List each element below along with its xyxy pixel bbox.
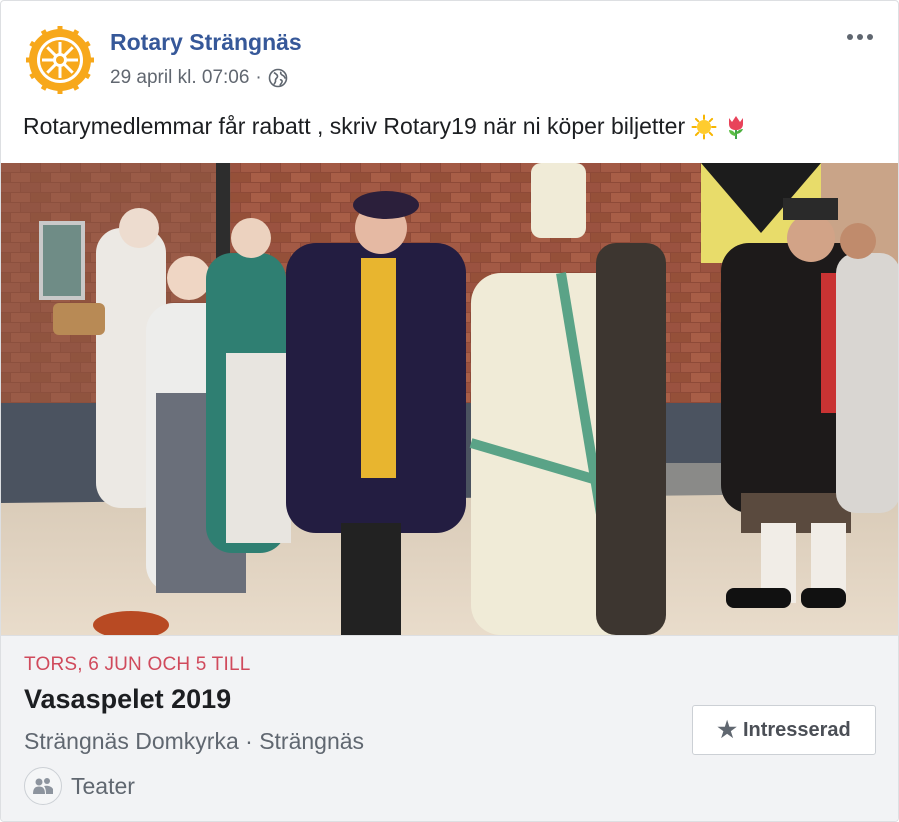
event-location: Strängnäs Domkyrka · Strängnäs [24, 728, 365, 754]
people-icon [24, 767, 62, 805]
post-text: Rotarymedlemmar får rabatt , skriv Rotar… [23, 113, 749, 140]
sun-emoji [691, 114, 717, 139]
post-meta: 29 april kl. 07:06 · [110, 67, 288, 89]
event-details: TORS, 6 JUN OCH 5 TILL Vasaspelet 2019 S… [1, 635, 898, 821]
meta-separator: · [255, 67, 262, 88]
event-date: TORS, 6 JUN OCH 5 TILL [24, 654, 251, 675]
event-category-label: Teater [71, 772, 135, 799]
author-name[interactable]: Rotary Strängnäs [110, 29, 302, 56]
interested-button[interactable]: ★ Intresserad [692, 705, 876, 755]
tulip-emoji [729, 115, 744, 139]
interested-label: Intresserad [742, 718, 851, 741]
more-options-icon[interactable] [840, 25, 880, 49]
rotary-wheel-logo[interactable] [23, 23, 97, 97]
globe-icon[interactable] [268, 68, 288, 88]
star-icon: ★ [717, 717, 737, 742]
post-header: Rotary Strängnäs 29 april kl. 07:06 · [23, 23, 882, 97]
post-timestamp[interactable]: 29 april kl. 07:06 [110, 67, 249, 89]
event-photo[interactable] [1, 163, 899, 635]
event-category: Teater [24, 767, 135, 805]
post-message: Rotarymedlemmar får rabatt , skriv Rotar… [23, 113, 686, 139]
event-title[interactable]: Vasaspelet 2019 [24, 684, 231, 715]
post-card: Rotary Strängnäs 29 april kl. 07:06 · Ro… [0, 0, 899, 822]
